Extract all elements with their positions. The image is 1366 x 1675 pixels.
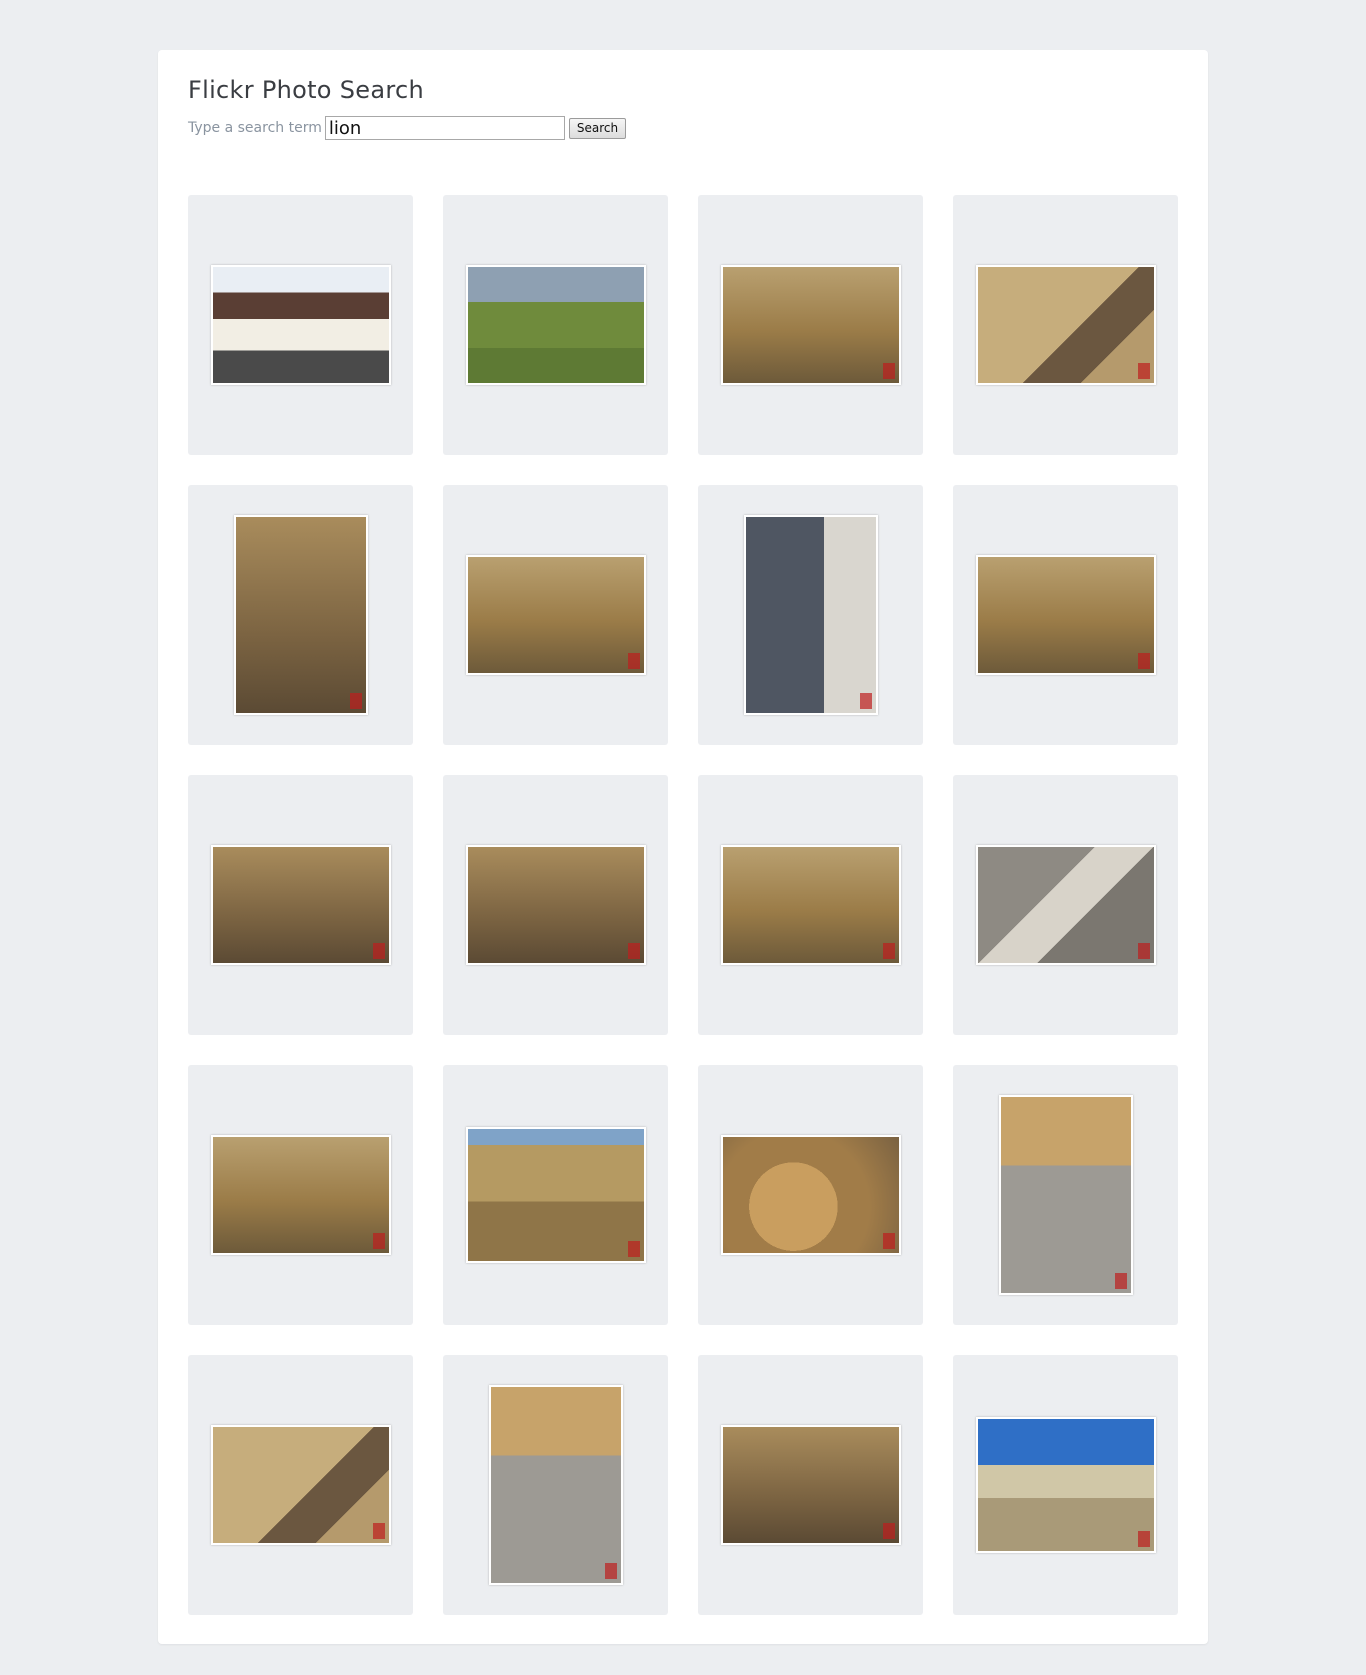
- watermark-stamp: [882, 1523, 895, 1539]
- photo-card[interactable]: [443, 485, 668, 745]
- photo-card[interactable]: [188, 485, 413, 745]
- photo-card[interactable]: [698, 485, 923, 745]
- page-title: Flickr Photo Search: [188, 76, 424, 104]
- watermark-stamp: [1137, 653, 1150, 669]
- photo-thumbnail[interactable]: [488, 1385, 623, 1585]
- watermark-stamp: [349, 693, 362, 709]
- photo-card[interactable]: [953, 775, 1178, 1035]
- photo-thumbnail[interactable]: [210, 1425, 391, 1545]
- photo-thumbnail[interactable]: [720, 1135, 901, 1255]
- photo-thumbnail[interactable]: [720, 265, 901, 385]
- photo-card[interactable]: [953, 195, 1178, 455]
- photo-thumbnail[interactable]: [465, 555, 646, 675]
- photo-card[interactable]: [188, 195, 413, 455]
- photo-thumbnail[interactable]: [210, 845, 391, 965]
- photo-card[interactable]: [698, 775, 923, 1035]
- watermark-stamp: [882, 363, 895, 379]
- watermark-stamp: [604, 1563, 617, 1579]
- photo-card[interactable]: [698, 195, 923, 455]
- photo-thumbnail[interactable]: [975, 555, 1156, 675]
- watermark-stamp: [627, 1241, 640, 1257]
- watermark-stamp: [1114, 1273, 1127, 1289]
- watermark-stamp: [372, 1233, 385, 1249]
- watermark-stamp: [859, 693, 872, 709]
- watermark-stamp: [627, 653, 640, 669]
- photo-card[interactable]: [443, 1355, 668, 1615]
- photo-thumbnail[interactable]: [233, 515, 368, 715]
- photo-thumbnail[interactable]: [465, 1127, 646, 1263]
- watermark-stamp: [627, 943, 640, 959]
- photo-thumbnail[interactable]: [210, 1135, 391, 1255]
- watermark-stamp: [372, 943, 385, 959]
- photo-thumbnail[interactable]: [465, 845, 646, 965]
- watermark-stamp: [1137, 943, 1150, 959]
- photo-card[interactable]: [698, 1065, 923, 1325]
- photo-thumbnail[interactable]: [975, 845, 1156, 965]
- photo-card[interactable]: [443, 195, 668, 455]
- watermark-stamp: [882, 1233, 895, 1249]
- watermark-stamp: [372, 1523, 385, 1539]
- photo-card[interactable]: [188, 1065, 413, 1325]
- photo-card[interactable]: [953, 1355, 1178, 1615]
- photo-card[interactable]: [698, 1355, 923, 1615]
- photo-card[interactable]: [188, 1355, 413, 1615]
- watermark-stamp: [1137, 363, 1150, 379]
- content-panel: Flickr Photo Search Type a search term S…: [158, 50, 1208, 1644]
- photo-thumbnail[interactable]: [465, 265, 646, 385]
- photo-thumbnail[interactable]: [975, 1417, 1156, 1553]
- watermark-stamp: [1137, 1531, 1150, 1547]
- photo-card[interactable]: [188, 775, 413, 1035]
- search-form: Type a search term Search: [188, 116, 627, 140]
- photo-card[interactable]: [953, 1065, 1178, 1325]
- photo-grid: [188, 195, 1178, 1615]
- search-label: Type a search term: [188, 120, 322, 136]
- photo-card[interactable]: [443, 775, 668, 1035]
- photo-card[interactable]: [953, 485, 1178, 745]
- photo-thumbnail[interactable]: [998, 1095, 1133, 1295]
- photo-card[interactable]: [443, 1065, 668, 1325]
- search-input[interactable]: [324, 116, 565, 140]
- search-button[interactable]: Search: [568, 117, 627, 139]
- photo-thumbnail[interactable]: [720, 1425, 901, 1545]
- photo-thumbnail[interactable]: [975, 265, 1156, 385]
- photo-thumbnail[interactable]: [210, 265, 391, 385]
- photo-thumbnail[interactable]: [720, 845, 901, 965]
- watermark-stamp: [882, 943, 895, 959]
- photo-thumbnail[interactable]: [743, 515, 878, 715]
